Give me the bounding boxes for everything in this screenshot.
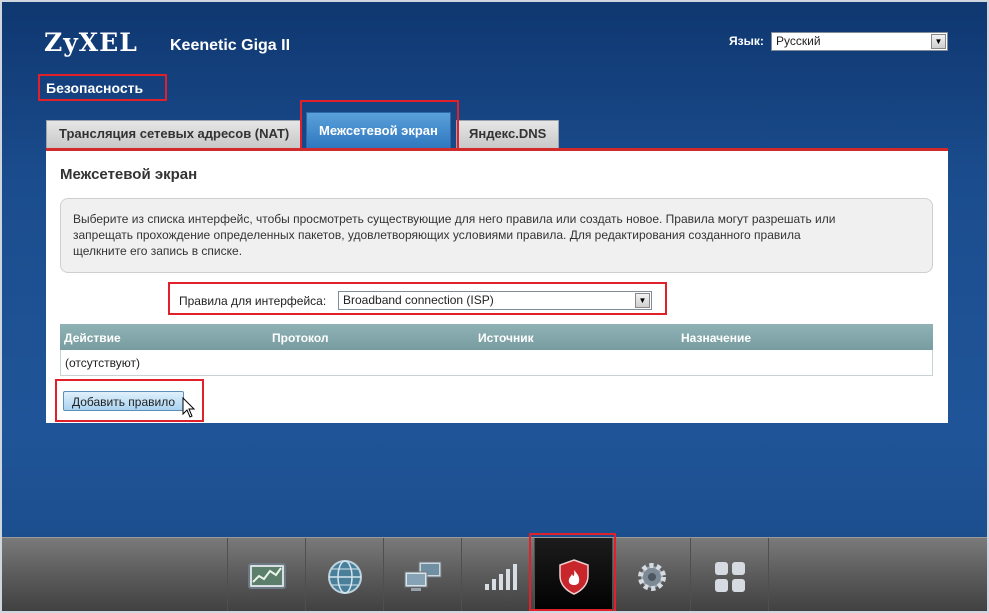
section-title: Безопасность bbox=[38, 74, 167, 101]
column-destination: Назначение bbox=[681, 331, 752, 345]
router-admin-window: ZyXEL Keenetic Giga II Язык: Русский ▼ Б… bbox=[0, 0, 989, 613]
chevron-down-icon[interactable]: ▼ bbox=[931, 34, 946, 49]
model-name: Keenetic Giga II bbox=[170, 37, 291, 54]
info-line-2: запрещать прохождение определенных пакет… bbox=[73, 228, 801, 242]
monitor-chart-icon bbox=[247, 563, 286, 589]
bottom-taskbar bbox=[2, 533, 987, 611]
mouse-cursor-icon bbox=[182, 397, 196, 418]
language-label: Язык: bbox=[729, 34, 764, 48]
info-line-1: Выберите из списка интерфейс, чтобы прос… bbox=[73, 212, 836, 226]
add-rule-button[interactable]: Добавить правило bbox=[63, 391, 184, 411]
taskbar-divider-end bbox=[768, 538, 846, 611]
interface-value: Broadband connection (ISP) bbox=[343, 293, 494, 307]
column-action: Действие bbox=[64, 331, 121, 345]
table-row-empty: (отсутствуют) bbox=[60, 350, 933, 376]
taskbar-system[interactable] bbox=[612, 538, 690, 611]
network-computers-icon bbox=[404, 561, 441, 591]
firewall-panel: Межсетевой экран Выберите из списка инте… bbox=[46, 148, 948, 423]
apps-grid-icon bbox=[714, 562, 745, 592]
interface-select[interactable]: Broadband connection (ISP) ▼ bbox=[338, 291, 652, 310]
interface-label: Правила для интерфейса: bbox=[179, 294, 327, 308]
taskbar-apps[interactable] bbox=[690, 538, 768, 611]
column-protocol: Протокол bbox=[272, 331, 329, 345]
gear-icon bbox=[637, 563, 666, 591]
globe-icon bbox=[327, 560, 362, 594]
taskbar-wifi[interactable] bbox=[461, 538, 539, 611]
chevron-down-icon[interactable]: ▼ bbox=[635, 293, 650, 308]
signal-bars-icon bbox=[484, 564, 517, 590]
taskbar-internet[interactable] bbox=[305, 538, 383, 611]
taskbar-highlight bbox=[529, 533, 616, 611]
rules-table-header: Действие Протокол Источник Назначение bbox=[60, 324, 933, 350]
column-source: Источник bbox=[478, 331, 534, 345]
info-box: Выберите из списка интерфейс, чтобы прос… bbox=[60, 198, 933, 273]
zyxel-logo: ZyXEL bbox=[44, 28, 138, 57]
tab-yandex-dns[interactable]: Яндекс.DNS bbox=[456, 120, 560, 148]
info-line-3: щелкните его запись в списке. bbox=[73, 244, 243, 258]
language-select[interactable]: Русский ▼ bbox=[771, 32, 948, 51]
taskbar-monitor[interactable] bbox=[227, 538, 305, 611]
taskbar-home-network[interactable] bbox=[383, 538, 461, 611]
language-value: Русский bbox=[776, 34, 821, 48]
panel-title: Межсетевой экран bbox=[60, 166, 198, 183]
tab-nat[interactable]: Трансляция сетевых адресов (NAT) bbox=[46, 120, 303, 148]
